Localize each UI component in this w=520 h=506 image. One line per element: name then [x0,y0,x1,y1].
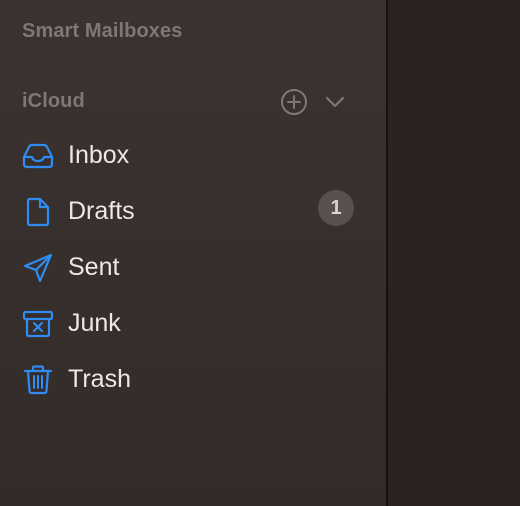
mailbox-label: Sent [68,253,120,281]
mailbox-label: Trash [68,365,131,393]
mailbox-label: Inbox [68,141,130,169]
message-list-pane [388,0,520,506]
mailbox-label: Drafts [68,197,135,225]
mailbox-label: Junk [68,309,121,337]
icloud-account-header[interactable]: iCloud [22,90,85,113]
sidebar: Smart Mailboxes iCloud Inbox Drafts 1 Se… [0,0,386,506]
document-icon [22,196,54,228]
unread-count-badge: 1 [318,190,354,226]
smart-mailboxes-header[interactable]: Smart Mailboxes [22,20,182,43]
chevron-down-icon[interactable] [321,88,349,116]
junk-box-icon [22,308,54,340]
plus-circle-icon[interactable] [280,88,308,116]
mailbox-trash[interactable]: Trash [0,350,386,406]
paper-plane-icon [22,252,54,284]
trash-icon [22,364,54,396]
mail-window: Smart Mailboxes iCloud Inbox Drafts 1 Se… [0,0,520,506]
mailbox-junk[interactable]: Junk [0,294,386,350]
mailbox-sent[interactable]: Sent [0,238,386,294]
inbox-tray-icon [22,140,54,172]
mailbox-inbox[interactable]: Inbox [0,126,386,182]
